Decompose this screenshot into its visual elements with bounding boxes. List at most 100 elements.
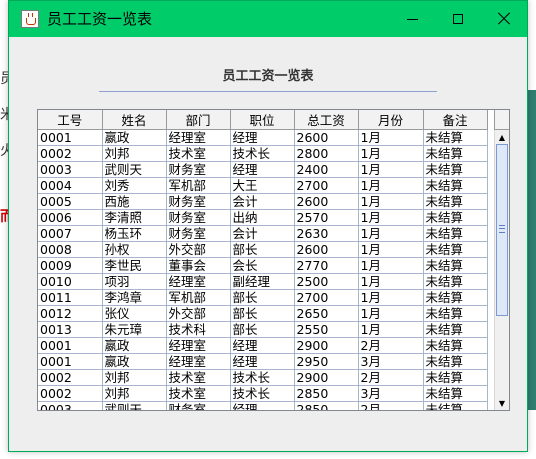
table-cell[interactable]: 出纳 bbox=[230, 209, 295, 226]
table-cell[interactable]: 会计 bbox=[230, 225, 295, 242]
table-cell[interactable]: 1月 bbox=[358, 273, 424, 290]
table-cell[interactable]: 技术长 bbox=[230, 385, 295, 402]
table-cell[interactable]: 3月 bbox=[358, 353, 424, 370]
table-cell[interactable]: 1月 bbox=[358, 129, 424, 146]
table-cell[interactable]: 经理 bbox=[230, 401, 295, 410]
table-cell[interactable]: 未结算 bbox=[423, 321, 488, 338]
table-cell[interactable]: 1月 bbox=[358, 225, 424, 242]
table-cell[interactable]: 财务室 bbox=[166, 225, 231, 242]
table-cell[interactable]: 0007 bbox=[38, 225, 103, 242]
table-cell[interactable]: 未结算 bbox=[423, 337, 488, 354]
table-row[interactable]: 0007 杨玉环 财务室 会计 2630 1月 未结算 bbox=[38, 225, 488, 242]
table-row[interactable]: 0011 李鸿章 军机部 部长 2700 1月 未结算 bbox=[38, 289, 488, 306]
table-cell[interactable]: 刘秀 bbox=[102, 177, 167, 194]
table-cell[interactable]: 1月 bbox=[358, 305, 424, 322]
table-cell[interactable]: 未结算 bbox=[423, 145, 488, 162]
table-cell[interactable]: 2850 bbox=[294, 385, 359, 402]
table-cell[interactable]: 外交部 bbox=[166, 305, 231, 322]
table-cell[interactable]: 0006 bbox=[38, 209, 103, 226]
table-cell[interactable]: 2900 bbox=[294, 369, 359, 386]
table-cell[interactable]: 经理室 bbox=[166, 129, 231, 146]
table-cell[interactable]: 未结算 bbox=[423, 401, 488, 410]
table-cell[interactable]: 1月 bbox=[358, 193, 424, 210]
table-cell[interactable]: 2900 bbox=[294, 337, 359, 354]
maximize-button[interactable] bbox=[435, 1, 481, 37]
table-cell[interactable]: 未结算 bbox=[423, 257, 488, 274]
table-cell[interactable]: 李鸿章 bbox=[102, 289, 167, 306]
table-cell[interactable]: 大王 bbox=[230, 177, 295, 194]
table-cell[interactable]: 董事会 bbox=[166, 257, 231, 274]
close-button[interactable] bbox=[481, 1, 527, 37]
table-cell[interactable]: 0001 bbox=[38, 353, 103, 370]
table-cell[interactable]: 0001 bbox=[38, 337, 103, 354]
table-cell[interactable]: 财务室 bbox=[166, 401, 231, 410]
table-cell[interactable]: 经理室 bbox=[166, 353, 231, 370]
table-cell[interactable]: 2600 bbox=[294, 241, 359, 258]
table-cell[interactable]: 0011 bbox=[38, 289, 103, 306]
table-cell[interactable]: 财务室 bbox=[166, 209, 231, 226]
table-cell[interactable]: 1月 bbox=[358, 321, 424, 338]
table-cell[interactable]: 2550 bbox=[294, 321, 359, 338]
table-cell[interactable]: 军机部 bbox=[166, 289, 231, 306]
table-cell[interactable]: 部长 bbox=[230, 289, 295, 306]
table-cell[interactable]: 2630 bbox=[294, 225, 359, 242]
table-cell[interactable]: 1月 bbox=[358, 161, 424, 178]
table-cell[interactable]: 嬴政 bbox=[102, 337, 167, 354]
table-cell[interactable]: 0005 bbox=[38, 193, 103, 210]
table-cell[interactable]: 部长 bbox=[230, 321, 295, 338]
table-row[interactable]: 0004 刘秀 军机部 大王 2700 1月 未结算 bbox=[38, 177, 488, 194]
column-header[interactable]: 姓名 bbox=[102, 110, 167, 130]
table-cell[interactable]: 未结算 bbox=[423, 241, 488, 258]
table-cell[interactable]: 1月 bbox=[358, 241, 424, 258]
table-cell[interactable]: 技术室 bbox=[166, 385, 231, 402]
table-row[interactable]: 0002 刘邦 技术室 技术长 2850 3月 未结算 bbox=[38, 385, 488, 402]
table-cell[interactable]: 2月 bbox=[358, 401, 424, 410]
table-cell[interactable]: 未结算 bbox=[423, 161, 488, 178]
table-cell[interactable]: 2月 bbox=[358, 337, 424, 354]
table-cell[interactable]: 外交部 bbox=[166, 241, 231, 258]
title-bar[interactable]: 员工工资一览表 bbox=[9, 1, 527, 37]
table-cell[interactable]: 项羽 bbox=[102, 273, 167, 290]
scrollbar-thumb[interactable] bbox=[496, 144, 508, 316]
table-cell[interactable]: 2850 bbox=[294, 401, 359, 410]
table-cell[interactable]: 朱元璋 bbox=[102, 321, 167, 338]
table-cell[interactable]: 2600 bbox=[294, 193, 359, 210]
table-cell[interactable]: 0008 bbox=[38, 241, 103, 258]
table-cell[interactable]: 技术科 bbox=[166, 321, 231, 338]
scroll-down-button[interactable]: ▼ bbox=[495, 396, 509, 410]
table-cell[interactable]: 1月 bbox=[358, 145, 424, 162]
table-cell[interactable]: 嬴政 bbox=[102, 129, 167, 146]
column-header[interactable]: 工号 bbox=[38, 110, 103, 130]
salary-table-scrollpane[interactable]: 工号 姓名 部门 职位 总工资 月份 备注 0001 嬴政 经理室 经理 2600 1月未… bbox=[37, 109, 510, 411]
table-cell[interactable]: 未结算 bbox=[423, 305, 488, 322]
table-cell[interactable]: 孙权 bbox=[102, 241, 167, 258]
table-cell[interactable]: 0012 bbox=[38, 305, 103, 322]
table-cell[interactable]: 1月 bbox=[358, 177, 424, 194]
table-cell[interactable]: 李世民 bbox=[102, 257, 167, 274]
table-cell[interactable]: 会计 bbox=[230, 193, 295, 210]
table-row[interactable]: 0008 孙权 外交部 部长 2600 1月 未结算 bbox=[38, 241, 488, 258]
table-cell[interactable]: 经理室 bbox=[166, 337, 231, 354]
table-cell[interactable]: 0002 bbox=[38, 385, 103, 402]
table-cell[interactable]: 0003 bbox=[38, 161, 103, 178]
table-cell[interactable]: 财务室 bbox=[166, 161, 231, 178]
table-cell[interactable]: 未结算 bbox=[423, 193, 488, 210]
table-row[interactable]: 0009 李世民 董事会 会长 2770 1月 未结算 bbox=[38, 257, 488, 274]
table-cell[interactable]: 0003 bbox=[38, 401, 103, 410]
table-cell[interactable]: 未结算 bbox=[423, 225, 488, 242]
table-cell[interactable]: 0001 bbox=[38, 129, 103, 146]
table-row[interactable]: 0012 张仪 外交部 部长 2650 1月 未结算 bbox=[38, 305, 488, 322]
table-row[interactable]: 0010 项羽 经理室 副经理 2500 1月 未结算 bbox=[38, 273, 488, 290]
table-cell[interactable]: 1月 bbox=[358, 209, 424, 226]
table-row[interactable]: 0001 嬴政 经理室 经理 2950 3月 未结算 bbox=[38, 353, 488, 370]
table-cell[interactable]: 0009 bbox=[38, 257, 103, 274]
table-cell[interactable]: 副经理 bbox=[230, 273, 295, 290]
column-header[interactable]: 部门 bbox=[166, 110, 231, 130]
table-cell[interactable]: 2400 bbox=[294, 161, 359, 178]
table-cell[interactable]: 未结算 bbox=[423, 177, 488, 194]
scroll-up-button[interactable]: ▲ bbox=[495, 130, 509, 144]
table-cell[interactable]: 张仪 bbox=[102, 305, 167, 322]
table-cell[interactable]: 未结算 bbox=[423, 273, 488, 290]
table-row[interactable]: 0001 嬴政 经理室 经理 2600 1月 未结算 bbox=[38, 129, 488, 146]
table-cell[interactable]: 0010 bbox=[38, 273, 103, 290]
